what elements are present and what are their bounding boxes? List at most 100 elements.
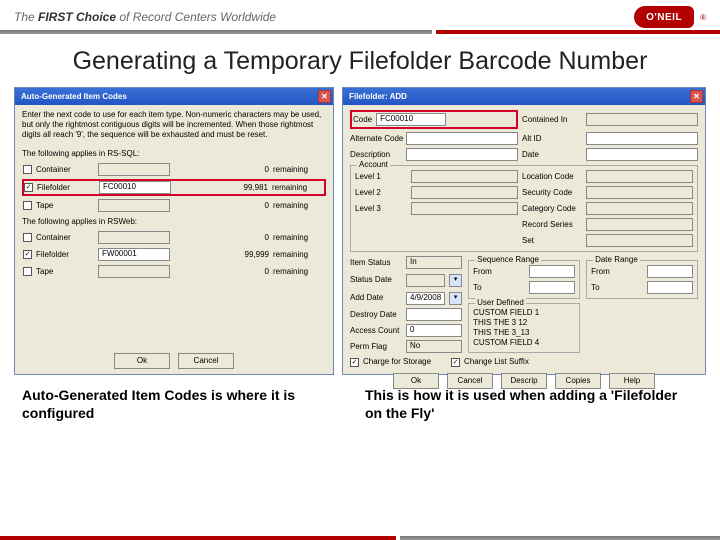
cfg-tape-web: Tape 0 remaining xyxy=(22,264,326,279)
checkbox-filefolder-web[interactable] xyxy=(23,250,32,259)
recordseries-label: Record Series xyxy=(522,220,582,230)
dialog-title: Filefolder: ADD xyxy=(349,92,407,101)
remaining-count: 0 xyxy=(221,201,269,211)
cancel-button[interactable]: Cancel xyxy=(178,353,234,369)
level1-label: Level 1 xyxy=(355,172,407,182)
recordseries-input[interactable] xyxy=(586,218,693,231)
location-label: Location Code xyxy=(522,172,582,182)
status-label: Item Status xyxy=(350,258,402,268)
user-defined-group: User Defined CUSTOM FIELD 1 THIS THE 3 1… xyxy=(468,303,580,353)
destroy-label: Destroy Date xyxy=(350,310,402,320)
udef1-label: CUSTOM FIELD 1 xyxy=(473,308,575,318)
dr-to-label: To xyxy=(591,283,643,293)
code-input-container-web[interactable] xyxy=(98,231,170,244)
code-label: Code xyxy=(353,115,372,125)
remaining-count: 0 xyxy=(221,233,269,243)
cfg-label: Filefolder xyxy=(36,250,94,260)
desc-label: Description xyxy=(350,150,402,160)
instruction-text: Enter the next code to use for each item… xyxy=(22,110,326,140)
level3-label: Level 3 xyxy=(355,204,407,214)
altcode-input[interactable] xyxy=(406,132,518,145)
date-input[interactable] xyxy=(586,148,698,161)
adddate-input[interactable]: 4/9/2008 xyxy=(406,292,445,305)
level2-input[interactable] xyxy=(411,186,518,199)
caption-left: Auto-Generated Item Codes is where it is… xyxy=(22,387,355,422)
section-note-web: The following applies in RSWeb: xyxy=(22,217,326,227)
seq-from-label: From xyxy=(473,267,525,277)
remaining-label: remaining xyxy=(273,201,325,211)
cfg-tape-sql: Tape 0 remaining xyxy=(22,198,326,213)
security-input[interactable] xyxy=(586,186,693,199)
dialog-title: Auto-Generated Item Codes xyxy=(21,92,127,101)
close-icon[interactable]: ✕ xyxy=(318,90,331,103)
checkbox-tape-web[interactable] xyxy=(23,267,32,276)
cfg-label: Container xyxy=(36,165,94,175)
statusdate-input[interactable] xyxy=(406,274,445,287)
caption-right: This is how it is used when adding a 'Fi… xyxy=(365,387,698,422)
checkbox-container-sql[interactable] xyxy=(23,165,32,174)
permflag-input[interactable]: No xyxy=(406,340,462,353)
code-input-container-sql[interactable] xyxy=(98,163,170,176)
logo-badge: O'NEIL xyxy=(634,6,694,28)
set-input[interactable] xyxy=(586,234,693,247)
ok-button[interactable]: Ok xyxy=(114,353,170,369)
destroy-input[interactable] xyxy=(406,308,462,321)
status-value: In xyxy=(406,256,462,269)
calendar-icon[interactable]: ▾ xyxy=(449,292,462,305)
remaining-label: remaining xyxy=(273,165,325,175)
date-range-group: Date Range From To xyxy=(586,260,698,299)
remaining-count: 0 xyxy=(221,267,269,277)
titlebar: Filefolder: ADD ✕ xyxy=(343,88,705,105)
cfg-label: Filefolder xyxy=(37,183,95,193)
checkbox-container-web[interactable] xyxy=(23,233,32,242)
checkbox-filefolder-sql[interactable] xyxy=(24,183,33,192)
checkbox-tape-sql[interactable] xyxy=(23,201,32,210)
altcode-label: Alternate Code xyxy=(350,134,402,144)
footer-divider xyxy=(0,536,720,540)
code-input[interactable]: FC00010 xyxy=(376,113,446,126)
level3-input[interactable] xyxy=(411,202,518,215)
set-label: Set xyxy=(522,236,582,246)
checkbox-charge-storage[interactable] xyxy=(350,358,359,367)
cfg-label: Tape xyxy=(36,201,94,211)
remaining-label: remaining xyxy=(273,233,325,243)
dialog-filefolder-add: Filefolder: ADD ✕ Code FC00010 Contained… xyxy=(342,87,706,375)
brand-header: The FIRST Choice of Record Centers World… xyxy=(0,0,720,30)
category-input[interactable] xyxy=(586,202,693,215)
altid-input[interactable] xyxy=(586,132,698,145)
account-legend: Account xyxy=(357,160,390,170)
tagline-strong: FIRST Choice xyxy=(38,10,116,24)
close-icon[interactable]: ✕ xyxy=(690,90,703,103)
seq-legend: Sequence Range xyxy=(475,255,541,265)
cfg-label: Tape xyxy=(36,267,94,277)
permflag-label: Perm Flag xyxy=(350,342,402,352)
dr-from-input[interactable] xyxy=(647,265,693,278)
tagline-pre: The xyxy=(14,10,38,24)
code-input-filefolder-web[interactable]: FW00001 xyxy=(98,248,170,261)
level1-input[interactable] xyxy=(411,170,518,183)
altid-label: Alt ID xyxy=(522,134,582,144)
date-label: Date xyxy=(522,150,582,160)
access-input[interactable]: 0 xyxy=(406,324,462,337)
cfg-label: Container xyxy=(36,233,94,243)
code-input-tape-web[interactable] xyxy=(98,265,170,278)
location-input[interactable] xyxy=(586,170,693,183)
contained-input[interactable] xyxy=(586,113,698,126)
daterange-legend: Date Range xyxy=(593,255,640,265)
change-list-label: Change List Suffix xyxy=(464,357,529,367)
header-divider xyxy=(0,30,720,34)
seq-from-input[interactable] xyxy=(529,265,575,278)
code-input-filefolder-sql[interactable]: FC00010 xyxy=(99,181,171,194)
cfg-container-web: Container 0 remaining xyxy=(22,230,326,245)
desc-input[interactable] xyxy=(406,148,518,161)
seq-to-input[interactable] xyxy=(529,281,575,294)
level2-label: Level 2 xyxy=(355,188,407,198)
adddate-label: Add Date xyxy=(350,293,402,303)
calendar-icon[interactable]: ▾ xyxy=(449,274,462,287)
remaining-count: 0 xyxy=(221,165,269,175)
titlebar: Auto-Generated Item Codes ✕ xyxy=(15,88,333,105)
category-label: Category Code xyxy=(522,204,582,214)
dr-to-input[interactable] xyxy=(647,281,693,294)
checkbox-change-list[interactable] xyxy=(451,358,460,367)
code-input-tape-sql[interactable] xyxy=(98,199,170,212)
